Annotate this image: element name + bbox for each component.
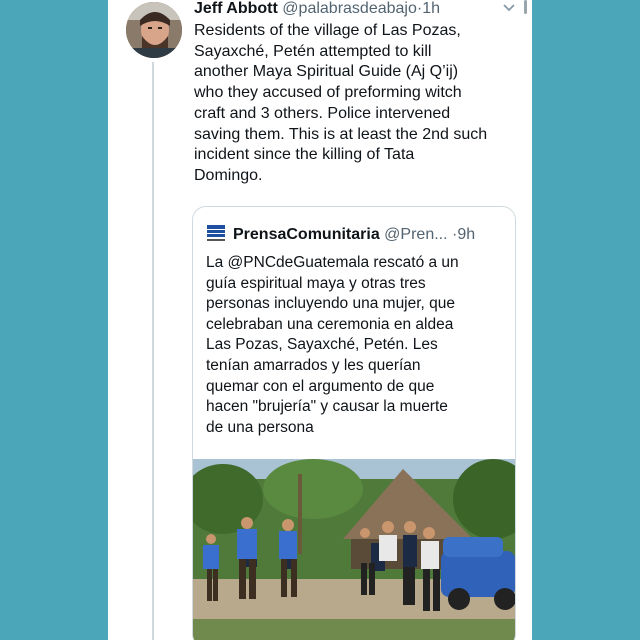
quoted-author-name[interactable]: PrensaComunitaria	[233, 226, 380, 243]
avatar-photo	[126, 2, 182, 58]
prensa-comunitaria-logo-icon	[205, 222, 227, 244]
thread-line	[152, 62, 154, 640]
chevron-down-icon[interactable]	[499, 2, 519, 16]
quoted-tweet[interactable]: PrensaComunitaria @Pren... ·9h La @PNCde…	[192, 206, 516, 640]
quoted-tweet-header: PrensaComunitaria @Pren... ·9h	[205, 222, 505, 244]
quoted-author-handle[interactable]: @Pren...	[384, 226, 447, 243]
scrollbar-thumb[interactable]	[524, 0, 527, 14]
author-handle[interactable]: @palabrasdeabajo	[282, 0, 417, 17]
tweet-screenshot: Jeff Abbott @palabrasdeabajo·1h Resident…	[108, 0, 532, 640]
author-avatar[interactable]	[126, 2, 182, 58]
tweet-text: Residents of the village of Las Pozas, S…	[194, 22, 488, 184]
tweet-header: Jeff Abbott @palabrasdeabajo·1h	[194, 0, 514, 19]
author-name[interactable]: Jeff Abbott	[194, 0, 278, 17]
tweet-time[interactable]: 1h	[422, 0, 440, 17]
chevron-down-glyph	[503, 4, 515, 12]
quoted-tweet-text: La @PNCdeGuatemala rescató a un guía esp…	[206, 254, 459, 436]
quoted-tweet-photo[interactable]	[193, 459, 515, 640]
photo-police-villagers-icon	[193, 459, 515, 640]
quoted-tweet-time[interactable]: 9h	[457, 226, 475, 243]
logo-glyph	[205, 222, 227, 244]
